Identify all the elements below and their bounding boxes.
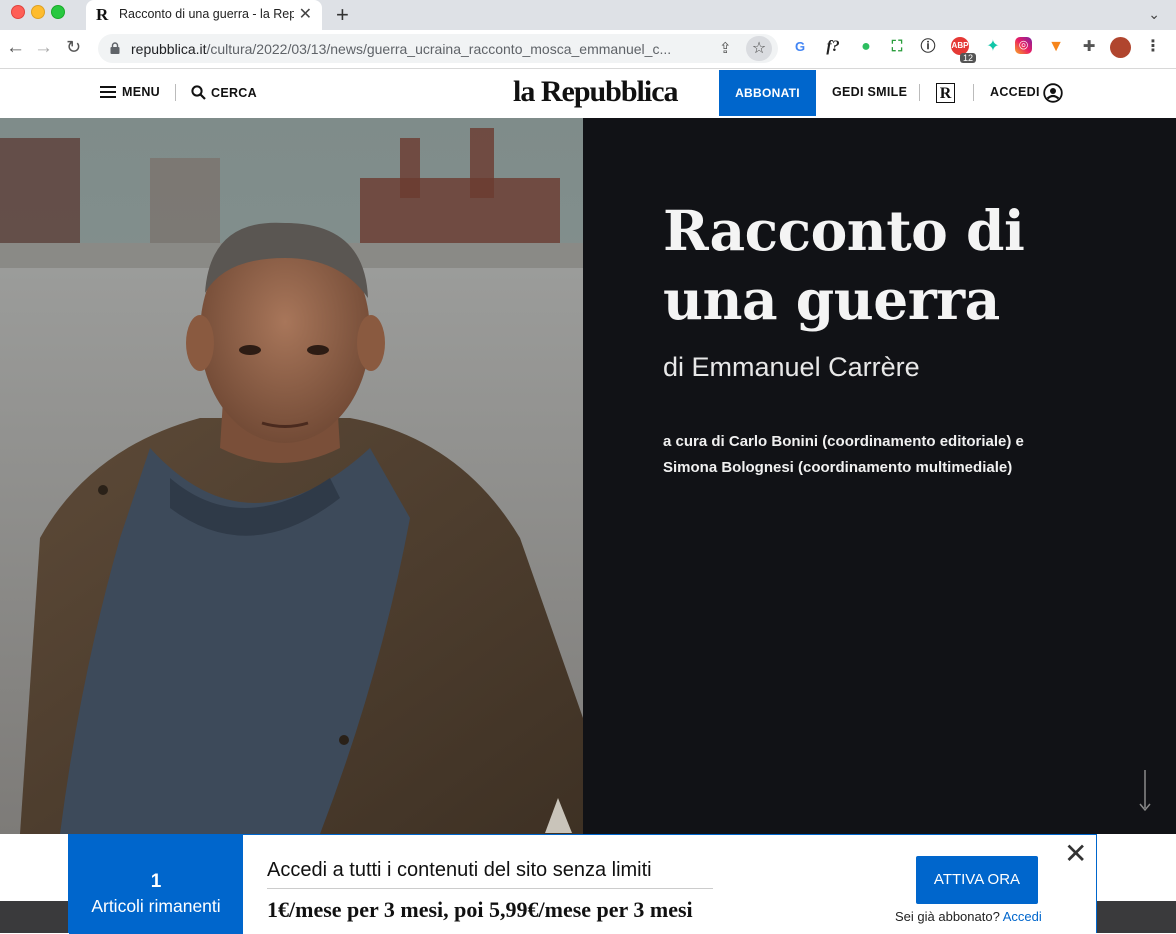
window-close-button[interactable] bbox=[11, 5, 25, 19]
evernote-extension-icon[interactable]: ● bbox=[856, 37, 876, 57]
article-title: Racconto di una guerra bbox=[663, 198, 1025, 332]
bookmark-star-icon[interactable]: ☆ bbox=[746, 36, 772, 61]
repubblica-favicon-icon: R bbox=[96, 5, 109, 24]
metamask-extension-icon[interactable]: ▼ bbox=[1046, 37, 1066, 57]
paywall-banner: 1 Articoli rimanenti Accedi a tutti i co… bbox=[68, 834, 1097, 934]
browser-tab-bar: R Racconto di una guerra - la Repubblica… bbox=[0, 0, 1176, 30]
screenshot-extension-icon[interactable]: ⛶ bbox=[887, 37, 907, 57]
profile-avatar[interactable] bbox=[1110, 37, 1131, 58]
credits-line: a cura di Carlo Bonini (coordinamento ed… bbox=[663, 433, 1024, 450]
bird-extension-icon[interactable]: ✦ bbox=[983, 37, 1003, 57]
info-extension-icon[interactable]: ⓘ bbox=[918, 37, 938, 57]
url-text: repubblica.it/cultura/2022/03/13/news/gu… bbox=[131, 41, 672, 57]
back-icon[interactable]: ← bbox=[6, 37, 25, 59]
already-subscribed-text: Sei già abbonato? Accedi bbox=[895, 909, 1042, 924]
address-bar[interactable]: repubblica.it/cultura/2022/03/13/news/gu… bbox=[98, 34, 778, 63]
share-icon[interactable]: ⇪ bbox=[719, 39, 732, 57]
extensions-puzzle-icon[interactable]: ✚ bbox=[1079, 37, 1099, 57]
formula-extension-icon[interactable]: f? bbox=[823, 37, 843, 57]
site-header: MENU CERCA la Repubblica ABBONATI GEDI S… bbox=[0, 69, 1176, 118]
extension-badge-count: 12 bbox=[960, 53, 977, 63]
menu-button[interactable]: MENU bbox=[100, 85, 160, 99]
hero-photo bbox=[0, 118, 583, 834]
instagram-extension-icon[interactable]: ◎ bbox=[1015, 37, 1032, 54]
paywall-headline: Accedi a tutti i contenuti del sito senz… bbox=[267, 859, 652, 881]
articles-remaining-count: 1 bbox=[150, 871, 162, 892]
divider bbox=[973, 84, 974, 101]
window-zoom-button[interactable] bbox=[51, 5, 65, 19]
already-subscribed-label: Sei già abbonato? bbox=[895, 909, 1000, 924]
browser-tab-active[interactable]: R Racconto di una guerra - la Repubblica… bbox=[86, 0, 322, 30]
scroll-down-arrow-icon[interactable] bbox=[1139, 770, 1151, 812]
menu-label: MENU bbox=[122, 85, 161, 99]
subscribe-button[interactable]: ABBONATI bbox=[719, 70, 816, 116]
search-label: CERCA bbox=[211, 85, 257, 100]
article-author: di Emmanuel Carrère bbox=[663, 352, 920, 382]
divider bbox=[267, 888, 713, 889]
browser-menu-icon[interactable]: ⋮ bbox=[1143, 37, 1163, 57]
browser-toolbar: ← → ↻ repubblica.it/cultura/2022/03/13/n… bbox=[0, 30, 1176, 69]
tab-close-icon[interactable]: ✕ bbox=[299, 4, 312, 24]
user-icon[interactable] bbox=[1043, 83, 1063, 103]
reload-icon[interactable]: ↻ bbox=[66, 37, 81, 58]
credits-line: Simona Bolognesi (coordinamento multimed… bbox=[663, 459, 1013, 476]
chevron-down-icon[interactable]: ⌄ bbox=[1148, 6, 1160, 23]
paywall-login-link[interactable]: Accedi bbox=[1003, 909, 1042, 924]
articles-remaining-label: Articoli rimanenti bbox=[91, 896, 221, 916]
close-icon[interactable]: ✕ bbox=[1064, 840, 1087, 868]
articles-remaining-box: 1 Articoli rimanenti bbox=[69, 835, 243, 934]
window-minimize-button[interactable] bbox=[31, 5, 45, 19]
hamburger-icon bbox=[100, 86, 116, 98]
tab-title: Racconto di una guerra - la Repubblica bbox=[119, 7, 294, 21]
repubblica-r-icon[interactable]: R bbox=[936, 83, 955, 103]
paywall-price: 1€/mese per 3 mesi, poi 5,99€/mese per 3… bbox=[267, 897, 693, 922]
hero-text-panel: Racconto di una guerra di Emmanuel Carrè… bbox=[583, 118, 1176, 834]
gedi-smile-link[interactable]: GEDI SMILE bbox=[832, 85, 907, 99]
divider bbox=[175, 84, 176, 101]
activate-now-button[interactable]: ATTIVA ORA bbox=[916, 856, 1038, 904]
lock-icon bbox=[110, 42, 120, 54]
site-logo[interactable]: la Repubblica bbox=[513, 75, 679, 109]
divider bbox=[919, 84, 920, 101]
article-credits: a cura di Carlo Bonini (coordinamento ed… bbox=[663, 429, 1083, 481]
portrait-image bbox=[0, 118, 583, 834]
forward-icon[interactable]: → bbox=[34, 37, 53, 59]
search-button[interactable]: CERCA bbox=[191, 85, 257, 100]
login-link[interactable]: ACCEDI bbox=[990, 85, 1040, 99]
translate-extension-icon[interactable]: G bbox=[790, 37, 810, 57]
new-tab-icon[interactable]: + bbox=[336, 2, 349, 28]
search-icon bbox=[191, 85, 206, 100]
